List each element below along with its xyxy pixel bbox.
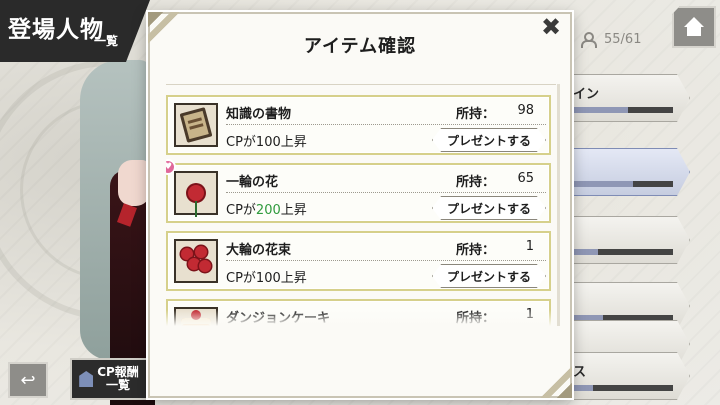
present-button[interactable]: プレゼントする [432, 196, 546, 220]
character-cp-bar-fill [573, 249, 598, 255]
character-cp-bar [573, 107, 673, 113]
item-effect-prefix: CPが [226, 203, 256, 218]
book-icon [174, 103, 218, 147]
dialog-title: アイテム確認 [303, 36, 417, 57]
item-row: 知識の書物 所持： 98 CPが100上昇 プレゼントする [166, 95, 551, 155]
item-effect: CPが100上昇 [226, 267, 307, 286]
character-cp-bar-fill [573, 385, 593, 391]
present-button[interactable]: プレゼントする [432, 264, 546, 288]
character-panel[interactable]: イン [560, 74, 690, 122]
character-panel[interactable]: ス [560, 352, 690, 400]
item-effect-value: 200 [255, 203, 281, 218]
home-button[interactable] [672, 6, 716, 48]
rose-icon [174, 171, 218, 217]
item-row: 大輪の花束 所持： 1 CPが100上昇 プレゼントする [166, 231, 551, 291]
item-name: 一輪の花 [226, 175, 279, 190]
page-title: 登場人物 [8, 16, 104, 43]
character-panel[interactable] [560, 216, 690, 264]
item-qty-value: 65 [517, 171, 534, 186]
item-effect-suffix: 上昇 [280, 203, 307, 218]
list-fade [166, 310, 556, 326]
item-divider [226, 124, 546, 125]
dialog-corner-ornament [534, 360, 572, 398]
item-qty-value: 1 [525, 239, 534, 254]
item-effect-prefix: CPが [226, 135, 256, 150]
character-cp-bar-fill [573, 181, 633, 187]
item-list-scrollbar[interactable] [557, 84, 560, 326]
item-divider [226, 192, 546, 193]
item-effect-value: 100 [255, 135, 281, 150]
item-qty-label: 所持： [456, 107, 496, 122]
counter-value: 55/61 [604, 31, 642, 47]
cp-reward-list-button[interactable]: CP報酬 一覧 [70, 358, 148, 400]
home-icon [683, 17, 705, 37]
back-arrow-icon: ↩ [20, 369, 36, 391]
item-effect: CPが200上昇 [226, 199, 307, 218]
item-name: 知識の書物 [226, 107, 292, 122]
back-button[interactable]: ↩ [8, 362, 48, 398]
cp-icon [79, 371, 94, 387]
item-qty-label: 所持： [456, 175, 496, 190]
cp-reward-label-line2: 一覧 [105, 378, 130, 392]
character-cp-bar-fill [573, 107, 628, 113]
item-effect-prefix: CPが [226, 271, 256, 286]
item-effect-suffix: 上昇 [280, 135, 307, 150]
character-panel-name: ス [573, 365, 587, 380]
character-panel-name: イン [573, 87, 600, 102]
item-list[interactable]: 知識の書物 所持： 98 CPが100上昇 プレゼントする ♥ 一輪の花 所持：… [166, 84, 556, 326]
close-button[interactable]: ✖ [538, 13, 564, 41]
cp-reward-label: CP報酬 一覧 [97, 366, 139, 392]
item-qty-value: 98 [517, 103, 534, 118]
character-panel[interactable] [560, 148, 690, 196]
item-divider [226, 260, 546, 261]
character-cp-bar [573, 385, 673, 391]
bouquet-icon [174, 239, 218, 283]
present-button[interactable]: プレゼントする [432, 128, 546, 152]
item-effect-value: 100 [255, 271, 281, 286]
item-name: 大輪の花束 [226, 243, 292, 258]
item-row: ♥ 一輪の花 所持： 65 CPが200上昇 プレゼントする [166, 159, 551, 223]
character-cp-bar [573, 249, 673, 255]
page-subtitle: 一覧 [94, 34, 119, 48]
character-counter: 55/61 [580, 28, 664, 50]
item-effect: CPが100上昇 [226, 131, 307, 150]
item-confirm-dialog: アイテム確認 ✖ 知識の書物 所持： 98 CPが100上昇 プレゼントする ♥… [148, 12, 572, 398]
item-effect-suffix: 上昇 [280, 271, 307, 286]
character-illustration-skin [118, 160, 150, 206]
person-icon [580, 32, 597, 48]
character-cp-bar [573, 181, 673, 187]
close-icon: ✖ [540, 13, 562, 41]
cp-reward-label-line1: CP報酬 [97, 365, 139, 379]
item-qty-label: 所持： [456, 243, 496, 258]
